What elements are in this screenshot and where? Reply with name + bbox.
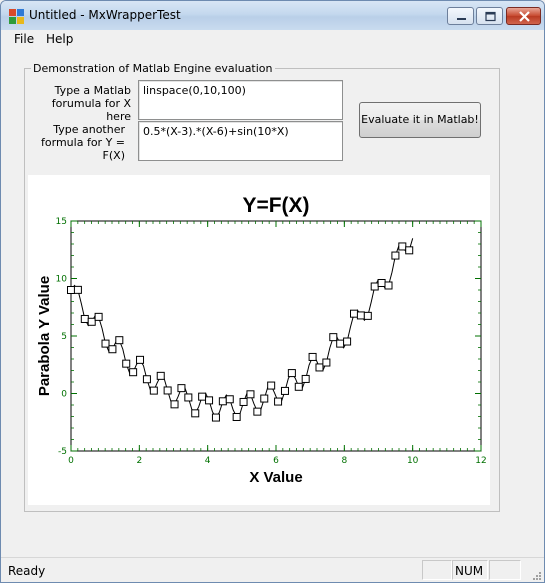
status-pane-1 [422,560,452,580]
series-line [70,238,414,419]
status-text: Ready [8,564,46,578]
data-point-marker [287,369,296,378]
minimize-button[interactable] [447,7,474,25]
data-point-marker [184,393,193,402]
data-point-marker [356,311,365,320]
status-pane-3 [489,560,521,580]
data-point-marker [322,358,331,367]
y-formula-input[interactable]: 0.5*(X-3).*(X-6)+sin(10*X) [138,121,343,161]
data-point-marker [225,395,234,404]
data-point-marker [329,333,338,342]
x-tick-label: 12 [475,456,486,466]
data-point-marker [391,251,400,260]
data-point-marker [115,336,124,345]
x-tick-label: 4 [205,456,211,466]
y-formula-label: Type another formula for Y = F(X) [21,123,125,162]
client-area: Demonstration of Matlab Engine evaluatio… [1,48,544,557]
data-point-marker [142,375,151,384]
data-point-marker [294,382,303,391]
y-tick-label: 10 [56,275,68,285]
x-tick-label: 10 [407,456,419,466]
data-point-marker [87,317,96,326]
data-point-marker [198,392,207,401]
y-axis-label: Parabola Y Value [36,276,53,396]
num-lock-indicator: NUM [455,564,484,578]
data-point-marker [149,386,158,395]
data-point-marker [260,394,269,403]
data-point-marker [73,285,82,294]
x-tick-label: 8 [341,456,347,466]
groupbox-label: Demonstration of Matlab Engine evaluatio… [31,62,275,75]
data-point-marker [280,386,289,395]
y-formula-label-line1: Type another [53,123,125,136]
evaluate-button[interactable]: Evaluate it in Matlab! [359,102,481,138]
close-icon [519,11,530,22]
data-point-marker [398,242,407,251]
resize-grip-icon[interactable] [530,571,542,583]
data-point-marker [308,352,317,361]
data-point-marker [101,339,110,348]
data-point-marker [267,381,276,390]
menu-bar: File Help [1,30,544,48]
data-point-marker [246,390,255,399]
data-point-marker [177,384,186,393]
close-button[interactable] [506,7,541,25]
data-point-marker [80,314,89,323]
data-point-marker [274,397,283,406]
status-bar: Ready NUM [1,557,544,583]
data-point-marker [315,363,324,372]
window-title: Untitled - MxWrapperTest [29,8,181,22]
plot-frame [70,220,482,452]
data-point-marker [163,386,172,395]
data-point-marker [377,278,386,287]
data-point-marker [218,397,227,406]
y-tick-label: 0 [61,390,67,400]
y-tick-label: 15 [56,217,67,227]
maximize-icon [485,11,496,22]
data-point-marker [239,397,248,406]
data-point-marker [370,282,379,291]
data-point-marker [191,409,200,418]
y-tick-label: -5 [58,447,67,457]
menu-help[interactable]: Help [46,32,73,46]
data-point-marker [301,374,310,383]
x-formula-label-line1: Type a Matlab [54,84,131,97]
data-point-marker [384,281,393,290]
data-point-marker [405,246,414,255]
chart: Y=F(X) X Value Parabola Y Value 0 2 4 6 8 10 12 -5… [36,194,487,486]
x-axis-label: X Value [249,469,302,486]
data-point-marker [156,371,165,380]
y-tick-label: 5 [61,332,67,342]
x-tick-label: 0 [68,456,74,466]
x-formula-label-line2: forumula for X here [51,97,131,123]
plot-panel: Y=F(X) X Value Parabola Y Value 0 2 4 6 8 10 12 -5… [28,175,490,505]
data-point-marker [108,345,117,354]
data-point-marker [336,339,345,348]
data-point-marker [67,286,75,294]
data-point-marker [349,309,358,318]
chart-title: Y=F(X) [242,194,309,217]
maximize-button[interactable] [476,7,503,25]
app-icon [9,9,24,24]
data-point-marker [136,355,145,364]
menu-file[interactable]: File [14,32,34,46]
data-point-marker [122,359,131,368]
data-point-marker [205,396,214,405]
data-point-marker [253,407,262,416]
minimize-icon [457,18,466,20]
title-bar[interactable]: Untitled - MxWrapperTest [1,1,544,30]
app-window: Untitled - MxWrapperTest File Help Demon… [0,0,545,583]
data-point-marker [129,368,138,377]
x-tick-label: 6 [273,456,279,466]
y-formula-label-line2: formula for Y = F(X) [41,136,125,162]
x-formula-label: Type a Matlab forumula for X here [31,84,131,123]
data-point-marker [170,400,179,409]
x-formula-input[interactable]: linspace(0,10,100) [138,80,343,120]
x-tick-label: 2 [136,456,142,466]
data-point-marker [343,337,352,346]
data-point-marker [211,413,220,422]
data-point-marker [232,412,241,421]
data-point-marker [363,311,372,320]
data-point-marker [94,312,103,321]
